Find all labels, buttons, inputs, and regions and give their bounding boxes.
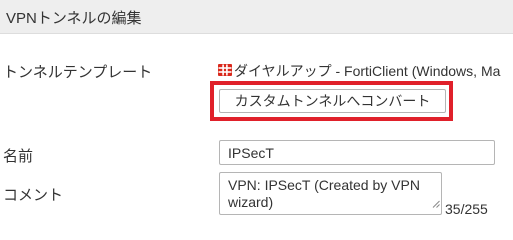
- tunnel-template-text: ダイヤルアップ - FortiClient (Windows, Ma: [234, 63, 501, 79]
- name-label: 名前: [3, 148, 34, 165]
- page-header: VPNトンネルの編集: [0, 0, 513, 34]
- resize-handle-icon[interactable]: [432, 195, 440, 213]
- comment-textarea[interactable]: VPN: IPSecT (Created by VPN wizard): [219, 172, 442, 215]
- comment-text: VPN: IPSecT (Created by VPN wizard): [228, 177, 424, 210]
- forticlient-icon: [218, 63, 232, 79]
- convert-to-custom-tunnel-button[interactable]: カスタムトンネルへコンバート: [219, 89, 446, 113]
- tunnel-template-value: ダイヤルアップ - FortiClient (Windows, Ma: [218, 61, 513, 81]
- name-input[interactable]: [219, 140, 495, 165]
- tunnel-template-label: トンネルテンプレート: [3, 64, 153, 81]
- comment-label: コメント: [3, 187, 64, 204]
- comment-char-count: 35/255: [445, 201, 488, 217]
- page-title: VPNトンネルの編集: [6, 10, 142, 27]
